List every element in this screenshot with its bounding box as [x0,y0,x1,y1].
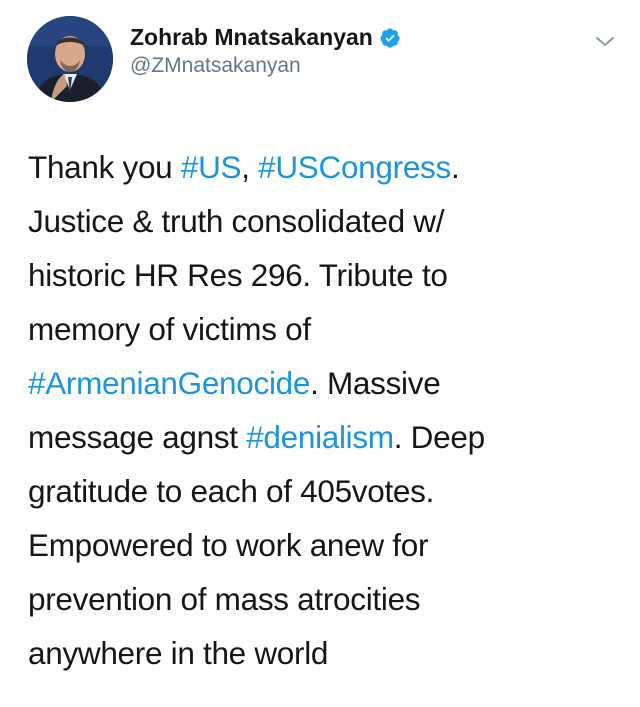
tweet-text-line: message agnst #denialism. Deep [28,410,618,464]
tweet-text-line: memory of victims of [28,302,618,356]
tweet-text-segment: gratitude to each of 405votes. [28,473,435,509]
tweet-text-line: historic HR Res 296. Tribute to [28,248,618,302]
author-info: Zohrab Mnatsakanyan @ZMnatsakanyan [130,24,401,78]
tweet-card: Zohrab Mnatsakanyan @ZMnatsakanyan Thank… [0,0,640,707]
tweet-text-line: prevention of mass atrocities [28,572,618,626]
name-row: Zohrab Mnatsakanyan [130,24,401,51]
tweet-text-segment: Justice & truth consolidated w/ [28,203,445,239]
verified-badge-icon [379,27,401,49]
tweet-text-segment: memory of victims of [28,311,311,347]
tweet-text-line: #ArmenianGenocide. Massive [28,356,618,410]
tweet-text-segment: . [450,149,460,185]
tweet-text-line: anywhere in the world [28,626,618,680]
tweet-text-segment: . Deep [393,419,485,455]
tweet-text-segment: message agnst [28,419,247,455]
tweet-text-segment: , [241,149,259,185]
hashtag-link[interactable]: #ArmenianGenocide [28,365,310,401]
chevron-down-icon[interactable] [594,34,616,50]
tweet-text-segment: anywhere in the world [28,635,329,671]
hashtag-link[interactable]: #USCongress [258,149,451,185]
tweet-text-segment: . Massive [310,365,441,401]
tweet-text-segment: prevention of mass atrocities [28,581,421,617]
author-avatar[interactable] [27,16,113,102]
profile-photo [27,16,113,102]
tweet-text-line: Empowered to work anew for [28,518,618,572]
tweet-text-segment: Thank you [28,149,181,185]
tweet-text-segment: Empowered to work anew for [28,527,429,563]
tweet-text-line: Justice & truth consolidated w/ [28,194,618,248]
tweet-text-segment: historic HR Res 296. Tribute to [28,257,448,293]
hashtag-link[interactable]: #US [181,149,242,185]
tweet-text: Thank you #US, #USCongress. Justice & tru… [28,140,618,680]
tweet-text-line: Thank you #US, #USCongress. [28,140,618,194]
author-display-name[interactable]: Zohrab Mnatsakanyan [130,24,373,51]
author-handle[interactable]: @ZMnatsakanyan [130,54,401,78]
tweet-text-line: gratitude to each of 405votes. [28,464,618,518]
hashtag-link[interactable]: #denialism [246,419,394,455]
